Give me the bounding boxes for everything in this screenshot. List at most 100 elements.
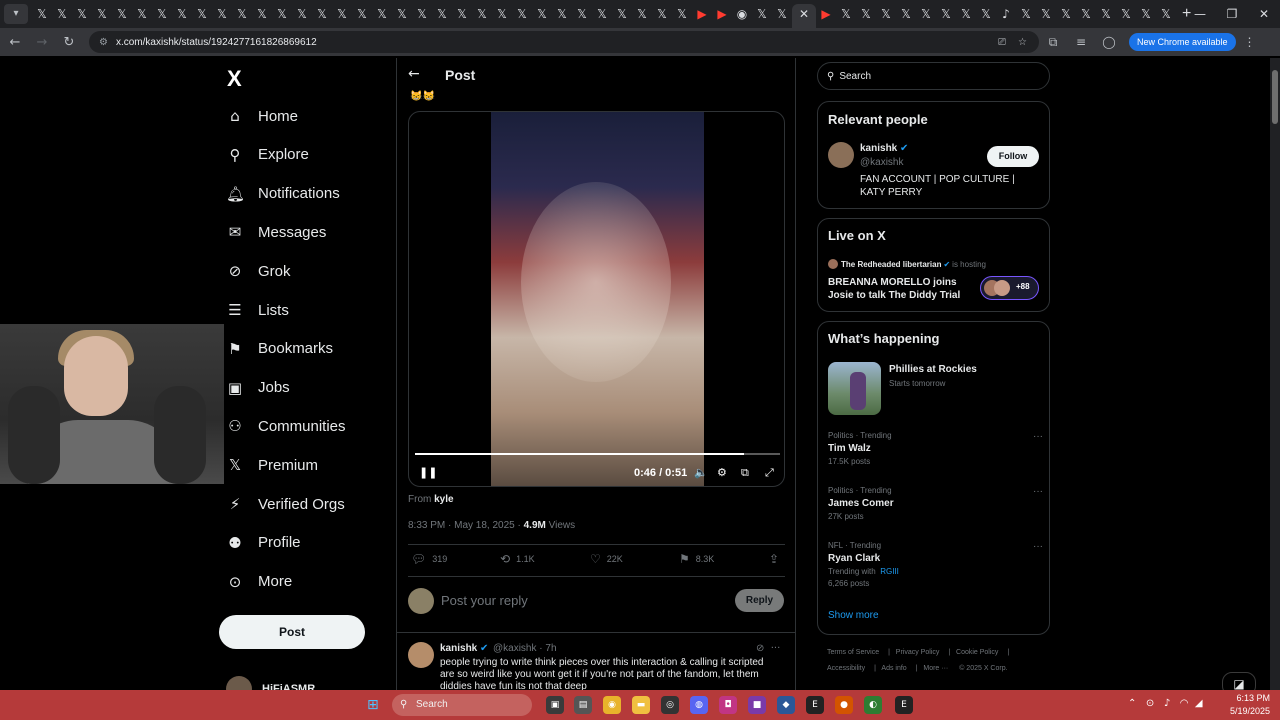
browser-tab[interactable]: 𝕏 xyxy=(772,4,792,24)
profile-icon[interactable]: ◯ xyxy=(1095,35,1123,49)
task-view-icon[interactable]: ▣ xyxy=(546,696,564,714)
settings-icon[interactable]: ⚙ xyxy=(717,466,727,479)
browser-tab[interactable]: 𝕏 xyxy=(836,4,856,24)
space-title[interactable]: BREANNA MORELLO joins Josie to talk The … xyxy=(828,276,968,302)
post-button[interactable]: Post xyxy=(219,615,365,649)
terms-link[interactable]: Terms of Service xyxy=(827,649,879,656)
reply-author[interactable]: kanishk ✔ xyxy=(440,643,488,654)
sidebar-item-jobs[interactable]: ▣ Jobs xyxy=(226,373,290,403)
browser-tab[interactable]: 𝕏 xyxy=(492,4,512,24)
browser-tab[interactable]: 𝕏 xyxy=(312,4,332,24)
browser-tab[interactable]: 𝕏 xyxy=(936,4,956,24)
post-timestamp[interactable]: 8:33 PM · May 18, 2025 · xyxy=(408,520,524,531)
privacy-link[interactable]: Privacy Policy xyxy=(896,649,940,656)
video-player[interactable]: ❚❚ 0:46 / 0:51 🔈 ⚙ ⧉ ⤢ xyxy=(408,111,785,487)
install-icon[interactable]: ⎚ xyxy=(998,37,1006,48)
active-tab[interactable]: ✕ xyxy=(792,4,816,28)
browser-tab[interactable]: 𝕏 xyxy=(1016,4,1036,24)
address-bar[interactable]: ⚙ x.com/kaxishk/status/19242771618268696… xyxy=(89,31,1039,53)
trend-item[interactable]: Politics · Trending James Comer 27K post… xyxy=(828,486,1043,521)
forward-icon[interactable]: → xyxy=(30,35,54,50)
discord-icon[interactable]: ◍ xyxy=(690,696,708,714)
reply-button[interactable]: Reply xyxy=(735,589,784,612)
picture-in-picture-icon[interactable]: ⧉ xyxy=(741,466,749,480)
avatar[interactable] xyxy=(828,142,854,168)
browser-tab[interactable]: 𝕏 xyxy=(172,4,192,24)
back-arrow-icon[interactable]: ← xyxy=(408,66,420,82)
more-link[interactable]: More ··· xyxy=(923,665,948,672)
browser-tab[interactable]: 𝕏 xyxy=(572,4,592,24)
browser-tab[interactable]: 𝕏 xyxy=(896,4,916,24)
sidebar-item-messages[interactable]: ✉ Messages xyxy=(226,217,327,247)
tab-search-button[interactable]: ▾ xyxy=(4,4,28,24)
sidebar-item-home[interactable]: ⌂ Home xyxy=(226,101,298,131)
browser-tab[interactable]: 𝕏 xyxy=(412,4,432,24)
more-options-icon[interactable]: ··· xyxy=(1033,541,1043,552)
sidebar-item-grok[interactable]: ⊘ Grok xyxy=(226,256,291,286)
browser-tab[interactable]: 𝕏 xyxy=(976,4,996,24)
browser-tab[interactable]: 𝕏 xyxy=(332,4,352,24)
event-image[interactable] xyxy=(828,362,881,415)
pause-icon[interactable]: ❚❚ xyxy=(419,466,437,479)
grok-icon[interactable]: ⊘ xyxy=(756,643,764,654)
browser-tab[interactable]: 𝕏 xyxy=(72,4,92,24)
extensions-icon[interactable]: ⧉ xyxy=(1039,35,1067,50)
video-progress-bar[interactable] xyxy=(415,453,780,455)
browser-tab[interactable]: 𝕏 xyxy=(752,4,772,24)
search-input[interactable]: ⚲ Search xyxy=(817,62,1050,90)
browser-tab[interactable]: 𝕏 xyxy=(1096,4,1116,24)
repost-action[interactable]: ⟲ 1.1K xyxy=(500,552,535,566)
app-icon[interactable]: ■ xyxy=(748,696,766,714)
sidebar-item-premium[interactable]: 𝕏 Premium xyxy=(226,450,318,480)
browser-tab[interactable]: 𝕏 xyxy=(32,4,52,24)
browser-tab[interactable]: 𝕏 xyxy=(876,4,896,24)
taskbar-search[interactable]: ⚲ Search xyxy=(392,694,532,716)
browser-tab[interactable]: 𝕏 xyxy=(372,4,392,24)
browser-tab[interactable]: 𝕏 xyxy=(292,4,312,24)
browser-tab[interactable]: 𝕏 xyxy=(1136,4,1156,24)
reply-input[interactable]: Post your reply xyxy=(441,593,528,608)
browser-tab[interactable]: ◉ xyxy=(732,4,752,24)
sidebar-item-communities[interactable]: ⚇ Communities xyxy=(226,411,345,441)
fullscreen-icon[interactable]: ⤢ xyxy=(765,466,774,480)
volume-icon[interactable]: 🔈 xyxy=(694,466,708,479)
reload-icon[interactable]: ↻ xyxy=(57,35,81,50)
more-options-icon[interactable]: ··· xyxy=(771,643,781,654)
browser-tab[interactable]: 𝕏 xyxy=(212,4,232,24)
app-icon[interactable]: ● xyxy=(835,696,853,714)
browser-tab[interactable]: 𝕏 xyxy=(232,4,252,24)
epic-games-icon[interactable]: E xyxy=(806,696,824,714)
new-chrome-available-button[interactable]: New Chrome available xyxy=(1129,33,1236,51)
more-options-icon[interactable]: ··· xyxy=(1033,486,1043,497)
browser-tab[interactable]: 𝕏 xyxy=(352,4,372,24)
bookmark-action[interactable]: ⚑ 8.3K xyxy=(679,552,714,566)
browser-tab[interactable]: 𝕏 xyxy=(512,4,532,24)
browser-tab[interactable]: 𝕏 xyxy=(192,4,212,24)
back-icon[interactable]: ← xyxy=(3,35,27,50)
cookie-link[interactable]: Cookie Policy xyxy=(956,649,998,656)
sidebar-item-more[interactable]: ⊙ More xyxy=(226,567,292,597)
browser-tab[interactable]: 𝕏 xyxy=(152,4,172,24)
browser-tab[interactable]: 𝕏 xyxy=(1156,4,1176,24)
browser-tab[interactable]: 𝕏 xyxy=(112,4,132,24)
trend-item[interactable]: NFL · Trending Ryan Clark Trending with … xyxy=(828,541,1043,588)
sidebar-item-bookmarks[interactable]: ⚑ Bookmarks xyxy=(226,334,333,364)
browser-tab[interactable]: ▶ xyxy=(712,4,732,24)
file-explorer-icon[interactable]: ▬ xyxy=(632,696,650,714)
video-frame[interactable] xyxy=(491,112,704,486)
trend-tag-link[interactable]: RGIII xyxy=(880,567,899,576)
follow-button[interactable]: Follow xyxy=(987,146,1039,167)
windows-start-icon[interactable]: ⊞ xyxy=(367,697,383,713)
scrollbar-thumb[interactable] xyxy=(1272,70,1278,124)
browser-tab[interactable]: 𝕏 xyxy=(532,4,552,24)
browser-tab[interactable]: 𝕏 xyxy=(592,4,612,24)
app-icon[interactable]: ◆ xyxy=(777,696,795,714)
site-info-icon[interactable]: ⚙ xyxy=(99,37,108,48)
ads-info-link[interactable]: Ads info xyxy=(881,665,906,672)
browser-tab[interactable]: 𝕏 xyxy=(452,4,472,24)
more-options-icon[interactable]: ··· xyxy=(1033,431,1043,442)
avatar[interactable] xyxy=(408,642,434,668)
relevant-person-name[interactable]: kanishk ✔ xyxy=(860,143,908,154)
system-tray[interactable]: ⌃ ⊙ ♪ ◠ ◢ xyxy=(1128,698,1203,709)
like-action[interactable]: ♡ 22K xyxy=(590,552,623,566)
